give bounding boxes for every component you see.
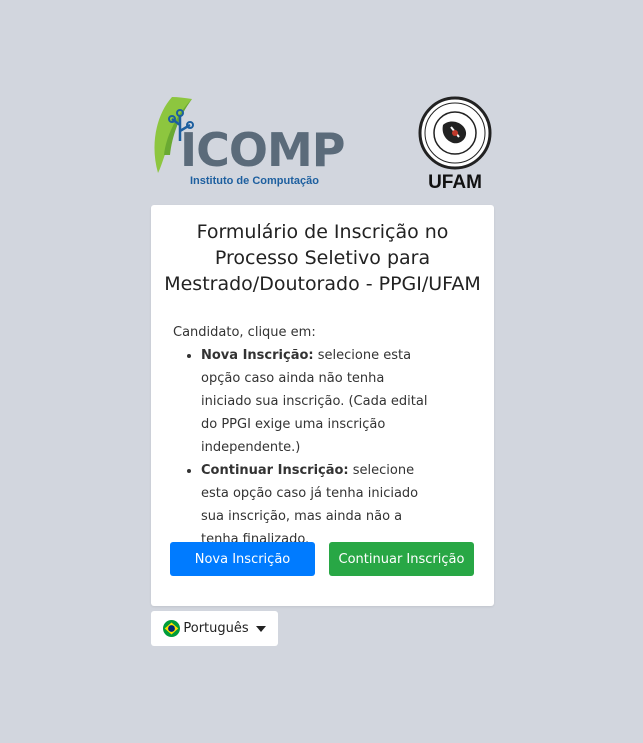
logo-area: ICOMP Instituto de Computação UFAM: [150, 95, 494, 195]
instructions: Candidato, clique em: Nova Inscrição: se…: [173, 321, 473, 551]
instructions-list: Nova Inscrição: selecione esta opção cas…: [173, 344, 473, 551]
list-item-text: selecione esta opção caso ainda não tenh…: [201, 348, 428, 455]
title-line-3: Mestrado/Doutorado - PPGI/UFAM: [164, 273, 481, 295]
list-item: Continuar Inscrição: selecione esta opçã…: [201, 459, 473, 551]
brazil-flag-icon: [163, 620, 181, 637]
page-title: Formulário de Inscrição no Processo Sele…: [159, 219, 486, 297]
ufam-seal-icon: [418, 96, 492, 170]
new-registration-button[interactable]: Nova Inscrição: [170, 542, 315, 576]
list-item: Nova Inscrição: selecione esta opção cas…: [201, 344, 473, 459]
title-line-1: Formulário de Inscrição no: [196, 221, 449, 243]
icomp-logo: ICOMP Instituto de Computação: [150, 95, 345, 190]
language-label: Português: [183, 621, 249, 636]
instructions-intro: Candidato, clique em:: [173, 325, 316, 340]
ufam-label: UFAM: [428, 172, 482, 193]
continue-registration-button[interactable]: Continuar Inscrição: [329, 542, 474, 576]
registration-card: Formulário de Inscrição no Processo Sele…: [151, 205, 494, 606]
title-line-2: Processo Seletivo para: [214, 247, 431, 269]
list-item-label: Continuar Inscrição:: [201, 463, 349, 478]
caret-down-icon: [255, 625, 266, 632]
list-item-label: Nova Inscrição:: [201, 348, 314, 363]
icomp-subtitle: Instituto de Computação: [190, 175, 319, 187]
language-dropdown[interactable]: Português: [151, 611, 278, 646]
ufam-logo: UFAM: [415, 95, 495, 195]
icomp-logo-text: ICOMP: [180, 123, 345, 177]
